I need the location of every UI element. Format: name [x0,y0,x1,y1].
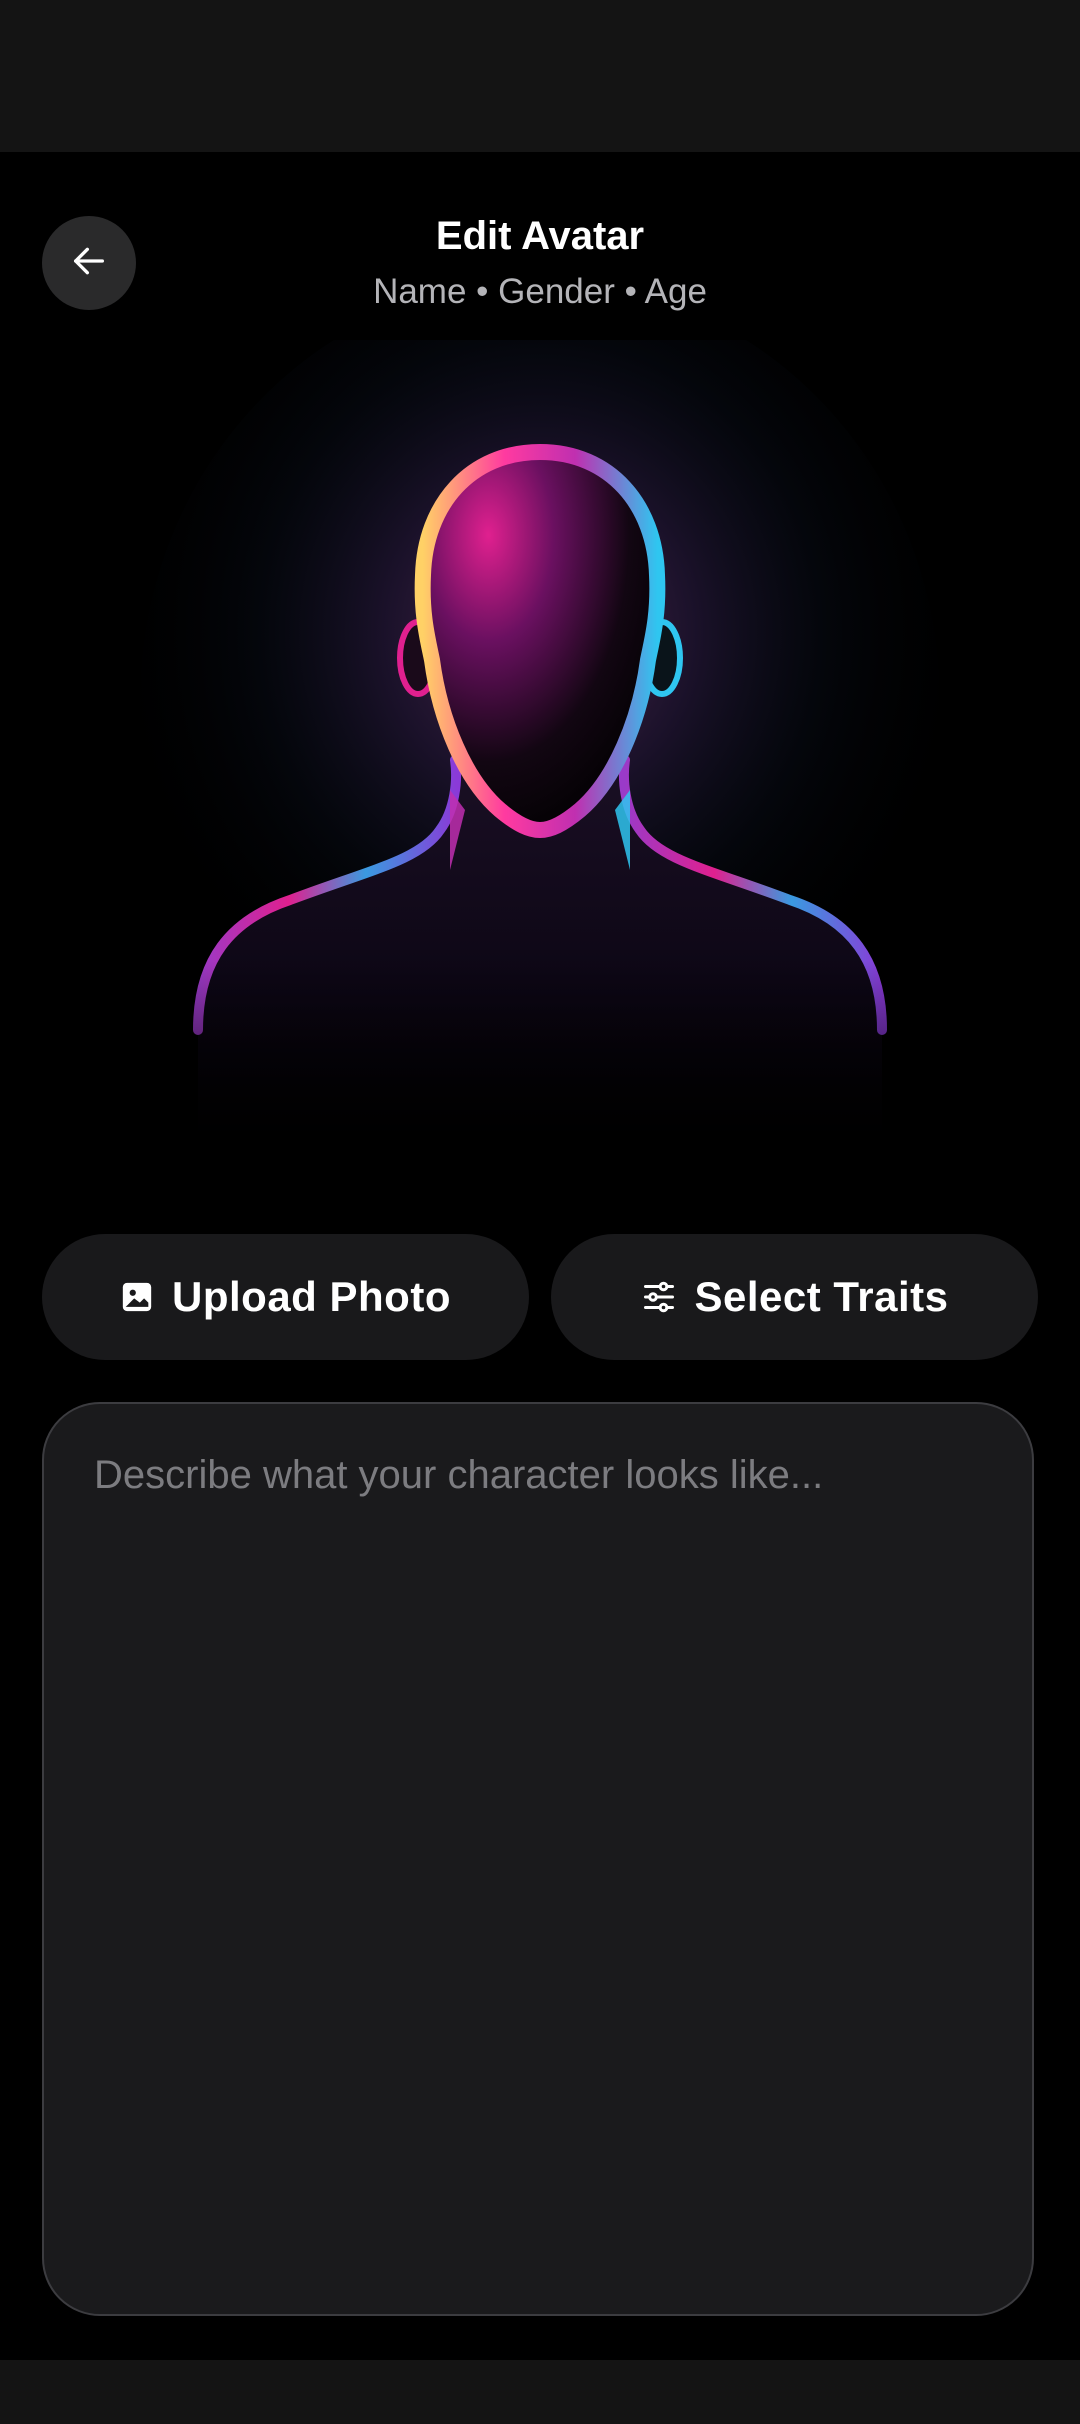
character-description-input[interactable] [94,1448,982,2270]
action-row: Upload Photo Select Traits [42,1234,1038,1360]
avatar-preview [140,280,940,1160]
back-button[interactable] [42,216,136,310]
header: Edit Avatar Name • Gender • Age [180,208,900,320]
sliders-icon [641,1279,677,1315]
navigation-bar [0,2360,1080,2424]
image-icon [120,1280,154,1314]
page-title: Edit Avatar [435,214,645,258]
page-subtitle: Name • Gender • Age [373,272,707,311]
description-field-container [42,1402,1034,2316]
upload-photo-button[interactable]: Upload Photo [42,1234,529,1360]
arrow-left-icon [69,241,109,286]
status-bar [0,0,1080,152]
select-traits-label: Select Traits [694,1273,949,1320]
upload-photo-label: Upload Photo [172,1273,451,1320]
glowing-silhouette-avatar-icon [140,280,940,1160]
select-traits-button[interactable]: Select Traits [551,1234,1038,1360]
